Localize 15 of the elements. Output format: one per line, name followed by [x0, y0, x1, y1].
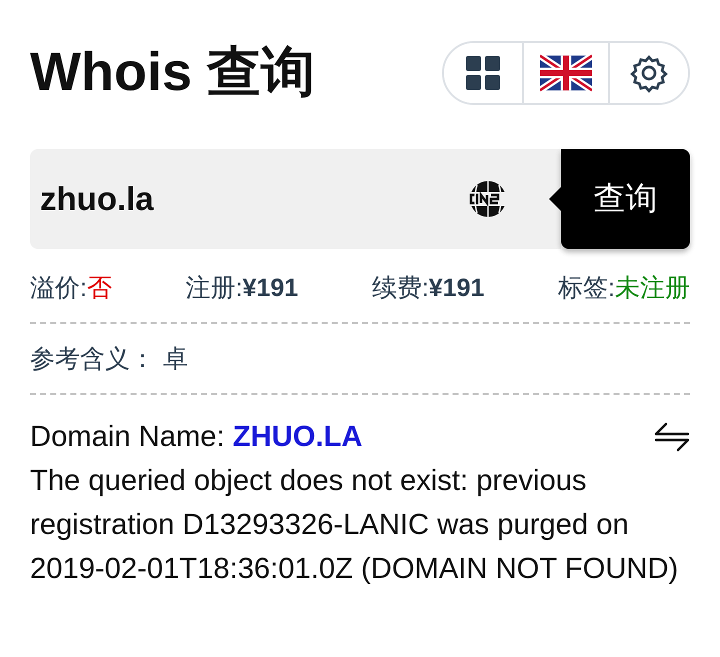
stat-text: 溢价:否 [30, 273, 112, 304]
grid-icon [465, 54, 501, 90]
meaning-text: 参考含义： 卓 [30, 324, 690, 395]
page-title: Whois 查询 [30, 41, 315, 104]
domain-name-text: Domain Name: ZHUO.LA [30, 420, 362, 455]
language-button[interactable] [522, 42, 610, 102]
swap-icon[interactable] [654, 421, 690, 453]
settings-icon [629, 52, 669, 92]
flag-icon [540, 54, 592, 92]
query-button[interactable]: 查询 [561, 149, 690, 249]
stat-text: 注册:¥191 [186, 273, 298, 304]
whois-text: The queried object does not exist: previous registration D13293326-LANIC was purged on 2019-02-01T18:36:01.0Z (DOMAIN NOT FOUND) [30, 464, 680, 587]
domain-input[interactable]: zhuo.la [30, 149, 549, 249]
stat-text: 续费:¥191 [372, 273, 484, 304]
stat-text: 标签:未注册 [558, 273, 690, 304]
